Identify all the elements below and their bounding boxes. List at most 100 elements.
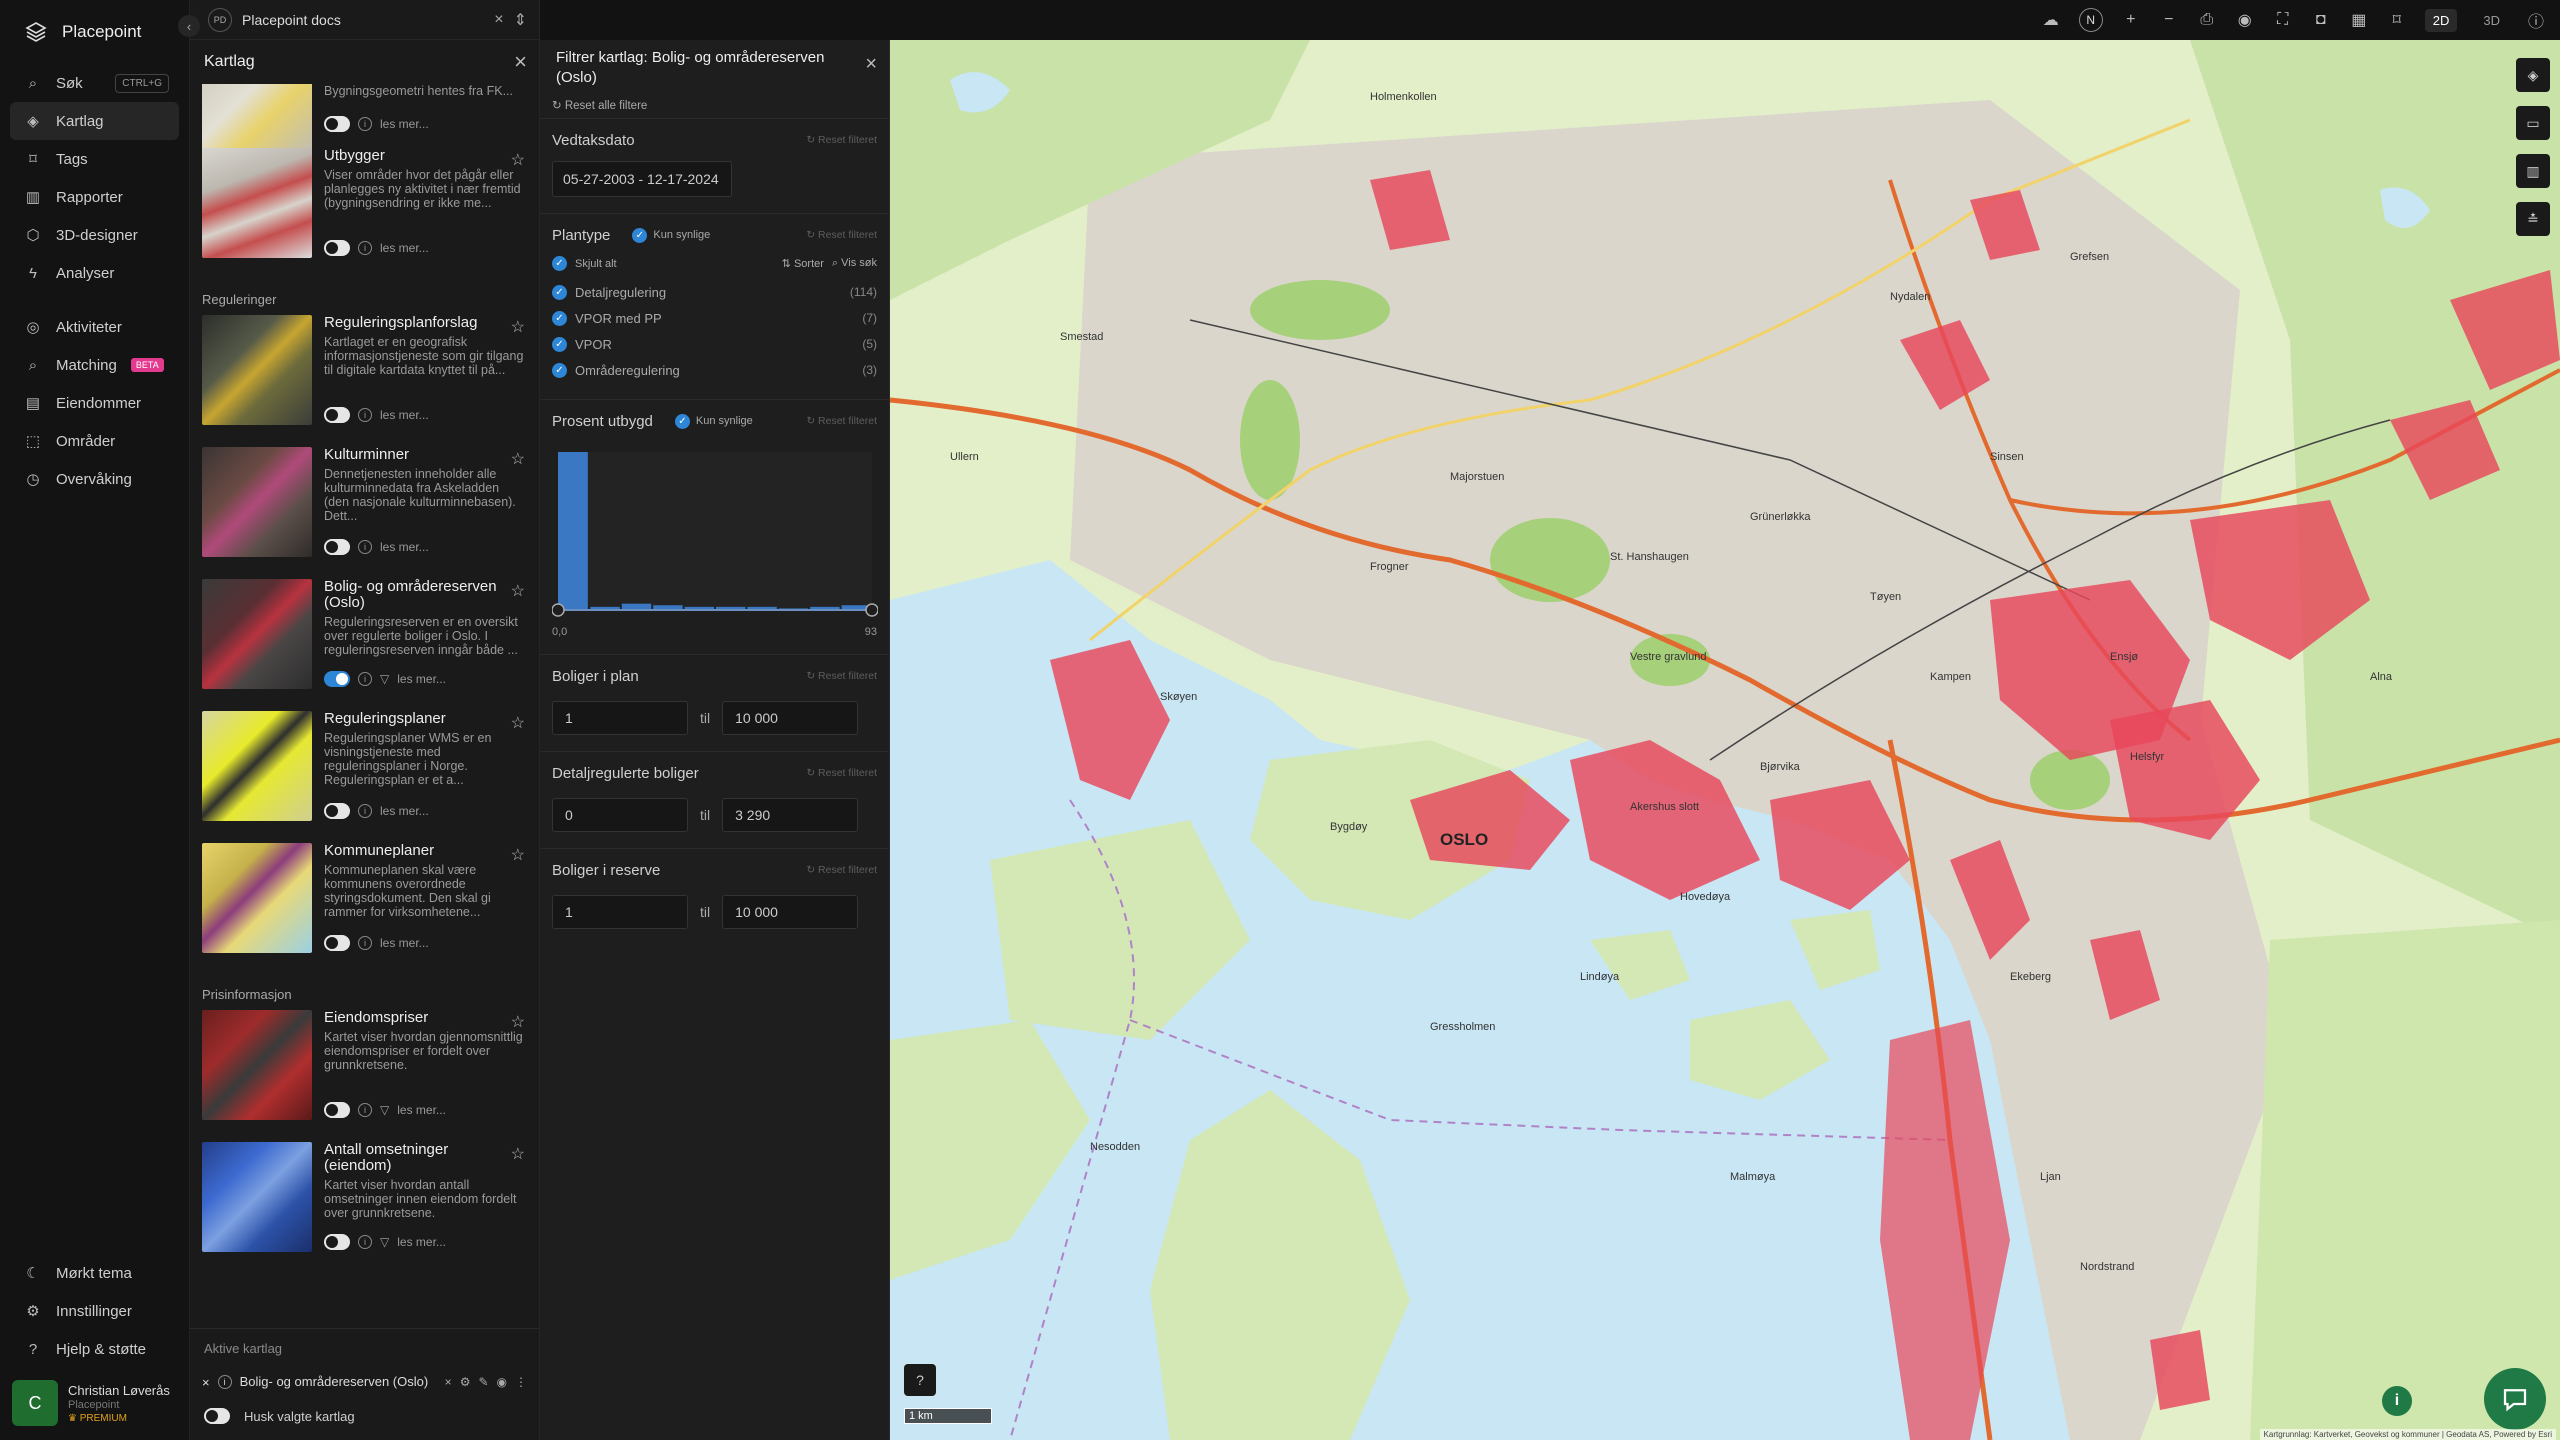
nav-item-analyses[interactable]: ϟ Analyser: [10, 254, 179, 292]
layer-toggle[interactable]: [324, 935, 350, 951]
eye-icon[interactable]: ◉: [497, 1375, 507, 1389]
range-from-input[interactable]: [552, 895, 688, 929]
close-icon[interactable]: ×: [445, 1375, 452, 1389]
layer-toggle[interactable]: [324, 803, 350, 819]
chat-button[interactable]: [2484, 1368, 2546, 1430]
document-bar[interactable]: PD Placepoint docs × ⇕: [190, 0, 539, 40]
date-range-input[interactable]: [552, 161, 732, 197]
reset-all-filters-button[interactable]: ↻ Reset alle filtere: [540, 88, 889, 118]
only-visible-toggle[interactable]: ✓ Kun synlige: [632, 227, 710, 243]
nav-item-layers[interactable]: ◈ Kartlag: [10, 102, 179, 140]
info-icon[interactable]: ⓘ: [2526, 10, 2546, 31]
star-icon[interactable]: ☆: [511, 713, 525, 733]
filter-icon[interactable]: ▽: [380, 1235, 389, 1249]
map-tool-measure[interactable]: ▭: [2516, 106, 2550, 140]
read-more-link[interactable]: les mer...: [397, 1103, 446, 1117]
read-more-link[interactable]: les mer...: [397, 1235, 446, 1249]
check-icon[interactable]: ✓: [552, 256, 567, 271]
hide-all-label[interactable]: Skjult alt: [575, 258, 617, 270]
active-layer-row[interactable]: × i Bolig- og områdereserven (Oslo) × ⚙ …: [190, 1364, 539, 1400]
layer-item[interactable]: Kulturminner Dennetjenesten inneholder a…: [190, 447, 539, 579]
nav-item-search[interactable]: ⌕ Søk CTRL+G: [10, 64, 179, 102]
grid-icon[interactable]: ▦: [2349, 10, 2369, 30]
close-icon[interactable]: ×: [514, 49, 527, 75]
reset-filter-button[interactable]: ↻ Reset filteret: [806, 670, 877, 682]
cloud-icon[interactable]: ☁: [2041, 10, 2061, 30]
range-from-input[interactable]: [552, 701, 688, 735]
nav-item-monitoring[interactable]: ◷ Overvåking: [10, 460, 179, 498]
read-more-link[interactable]: les mer...: [380, 540, 429, 554]
layer-list[interactable]: Viser alle bygningstyper som kan forbind…: [190, 84, 539, 1328]
remove-icon[interactable]: ×: [202, 1375, 210, 1390]
star-icon[interactable]: ☆: [511, 449, 525, 469]
histogram[interactable]: [551, 444, 879, 624]
zoom-in-icon[interactable]: +: [2121, 10, 2141, 30]
star-icon[interactable]: ☆: [511, 845, 525, 865]
layer-item[interactable]: Viser alle bygningstyper som kan forbind…: [190, 84, 539, 162]
chevron-updown-icon[interactable]: ⇕: [514, 10, 527, 30]
info-icon[interactable]: i: [358, 540, 372, 554]
nav-item-reports[interactable]: ▥ Rapporter: [10, 178, 179, 216]
nav-item-tags[interactable]: ⌑ Tags: [10, 140, 179, 178]
layer-toggle[interactable]: [324, 1102, 350, 1118]
layer-item[interactable]: Antall omsetninger (eiendom) Kartet vise…: [190, 1142, 539, 1274]
settings-icon[interactable]: ⚙: [460, 1375, 471, 1389]
info-icon[interactable]: i: [358, 408, 372, 422]
info-icon[interactable]: i: [358, 241, 372, 255]
filter-icon[interactable]: ▽: [380, 1103, 389, 1117]
plantype-row[interactable]: ✓ Detaljregulering (114): [552, 279, 877, 305]
range-to-input[interactable]: [722, 895, 859, 929]
read-more-link[interactable]: les mer...: [380, 804, 429, 818]
layer-item[interactable]: Kommuneplaner Kommuneplanen skal være ko…: [190, 843, 539, 975]
close-document-icon[interactable]: ×: [494, 11, 503, 29]
user-profile[interactable]: C Christian Løverås Placepoint ♛ PREMIUM: [12, 1380, 178, 1426]
layer-toggle[interactable]: [324, 407, 350, 423]
nav-item-settings[interactable]: ⚙ Innstillinger: [10, 1292, 180, 1330]
reset-filter-button[interactable]: ↻ Reset filteret: [806, 134, 877, 146]
layer-item[interactable]: Utbygger Viser områder hvor det pågår el…: [190, 148, 539, 280]
info-icon[interactable]: i: [217, 1375, 232, 1389]
layer-item[interactable]: Eiendomspriser Kartet viser hvordan gjen…: [190, 1010, 539, 1142]
plantype-row[interactable]: ✓ Områderegulering (3): [552, 357, 877, 383]
star-icon[interactable]: ☆: [511, 317, 525, 337]
remember-layers-row[interactable]: Husk valgte kartlag: [190, 1400, 539, 1432]
read-more-link[interactable]: les mer...: [380, 408, 429, 422]
range-to-input[interactable]: [722, 798, 859, 832]
star-icon[interactable]: ☆: [511, 1012, 525, 1032]
star-icon[interactable]: ☆: [511, 150, 525, 170]
range-from-input[interactable]: [552, 798, 688, 832]
reset-filter-button[interactable]: ↻ Reset filteret: [806, 864, 877, 876]
layer-toggle[interactable]: [324, 240, 350, 256]
layer-toggle[interactable]: [324, 671, 350, 687]
range-handle-min[interactable]: [551, 603, 565, 617]
layer-toggle[interactable]: [324, 1234, 350, 1250]
star-icon[interactable]: ☆: [511, 581, 525, 601]
remember-toggle[interactable]: [204, 1408, 230, 1424]
range-to-input[interactable]: [722, 701, 859, 735]
reset-filter-button[interactable]: ↻ Reset filteret: [806, 229, 877, 241]
info-icon[interactable]: i: [358, 804, 372, 818]
info-icon[interactable]: i: [358, 1235, 372, 1249]
compass-button[interactable]: N: [2078, 8, 2103, 32]
nav-item-areas[interactable]: ⬚ Områder: [10, 422, 179, 460]
read-more-link[interactable]: les mer...: [397, 672, 446, 686]
plantype-row[interactable]: ✓ VPOR med PP (7): [552, 305, 877, 331]
read-more-link[interactable]: les mer...: [380, 117, 429, 131]
layer-item[interactable]: Bolig- og områdereserven (Oslo) Reguleri…: [190, 579, 539, 711]
layer-toggle[interactable]: [324, 116, 350, 132]
mode-3d-button[interactable]: 3D: [2475, 9, 2508, 32]
map-help-button[interactable]: ?: [904, 1364, 936, 1396]
more-icon[interactable]: ⋮: [515, 1375, 527, 1389]
close-icon[interactable]: ×: [865, 54, 877, 74]
fullscreen-icon[interactable]: ⛶: [2273, 10, 2293, 30]
map-tool-chart[interactable]: ▥: [2516, 154, 2550, 188]
info-icon[interactable]: i: [358, 672, 372, 686]
edit-icon[interactable]: ✎: [478, 1375, 488, 1389]
nav-item-activities[interactable]: ◎ Aktiviteter: [10, 308, 179, 346]
info-icon[interactable]: i: [358, 1103, 372, 1117]
range-handle-max[interactable]: [865, 603, 879, 617]
reserve-polygon[interactable]: [2150, 1330, 2210, 1410]
read-more-link[interactable]: les mer...: [380, 241, 429, 255]
filter-icon[interactable]: ▽: [380, 672, 389, 686]
map-tool-layers[interactable]: ◈: [2516, 58, 2550, 92]
